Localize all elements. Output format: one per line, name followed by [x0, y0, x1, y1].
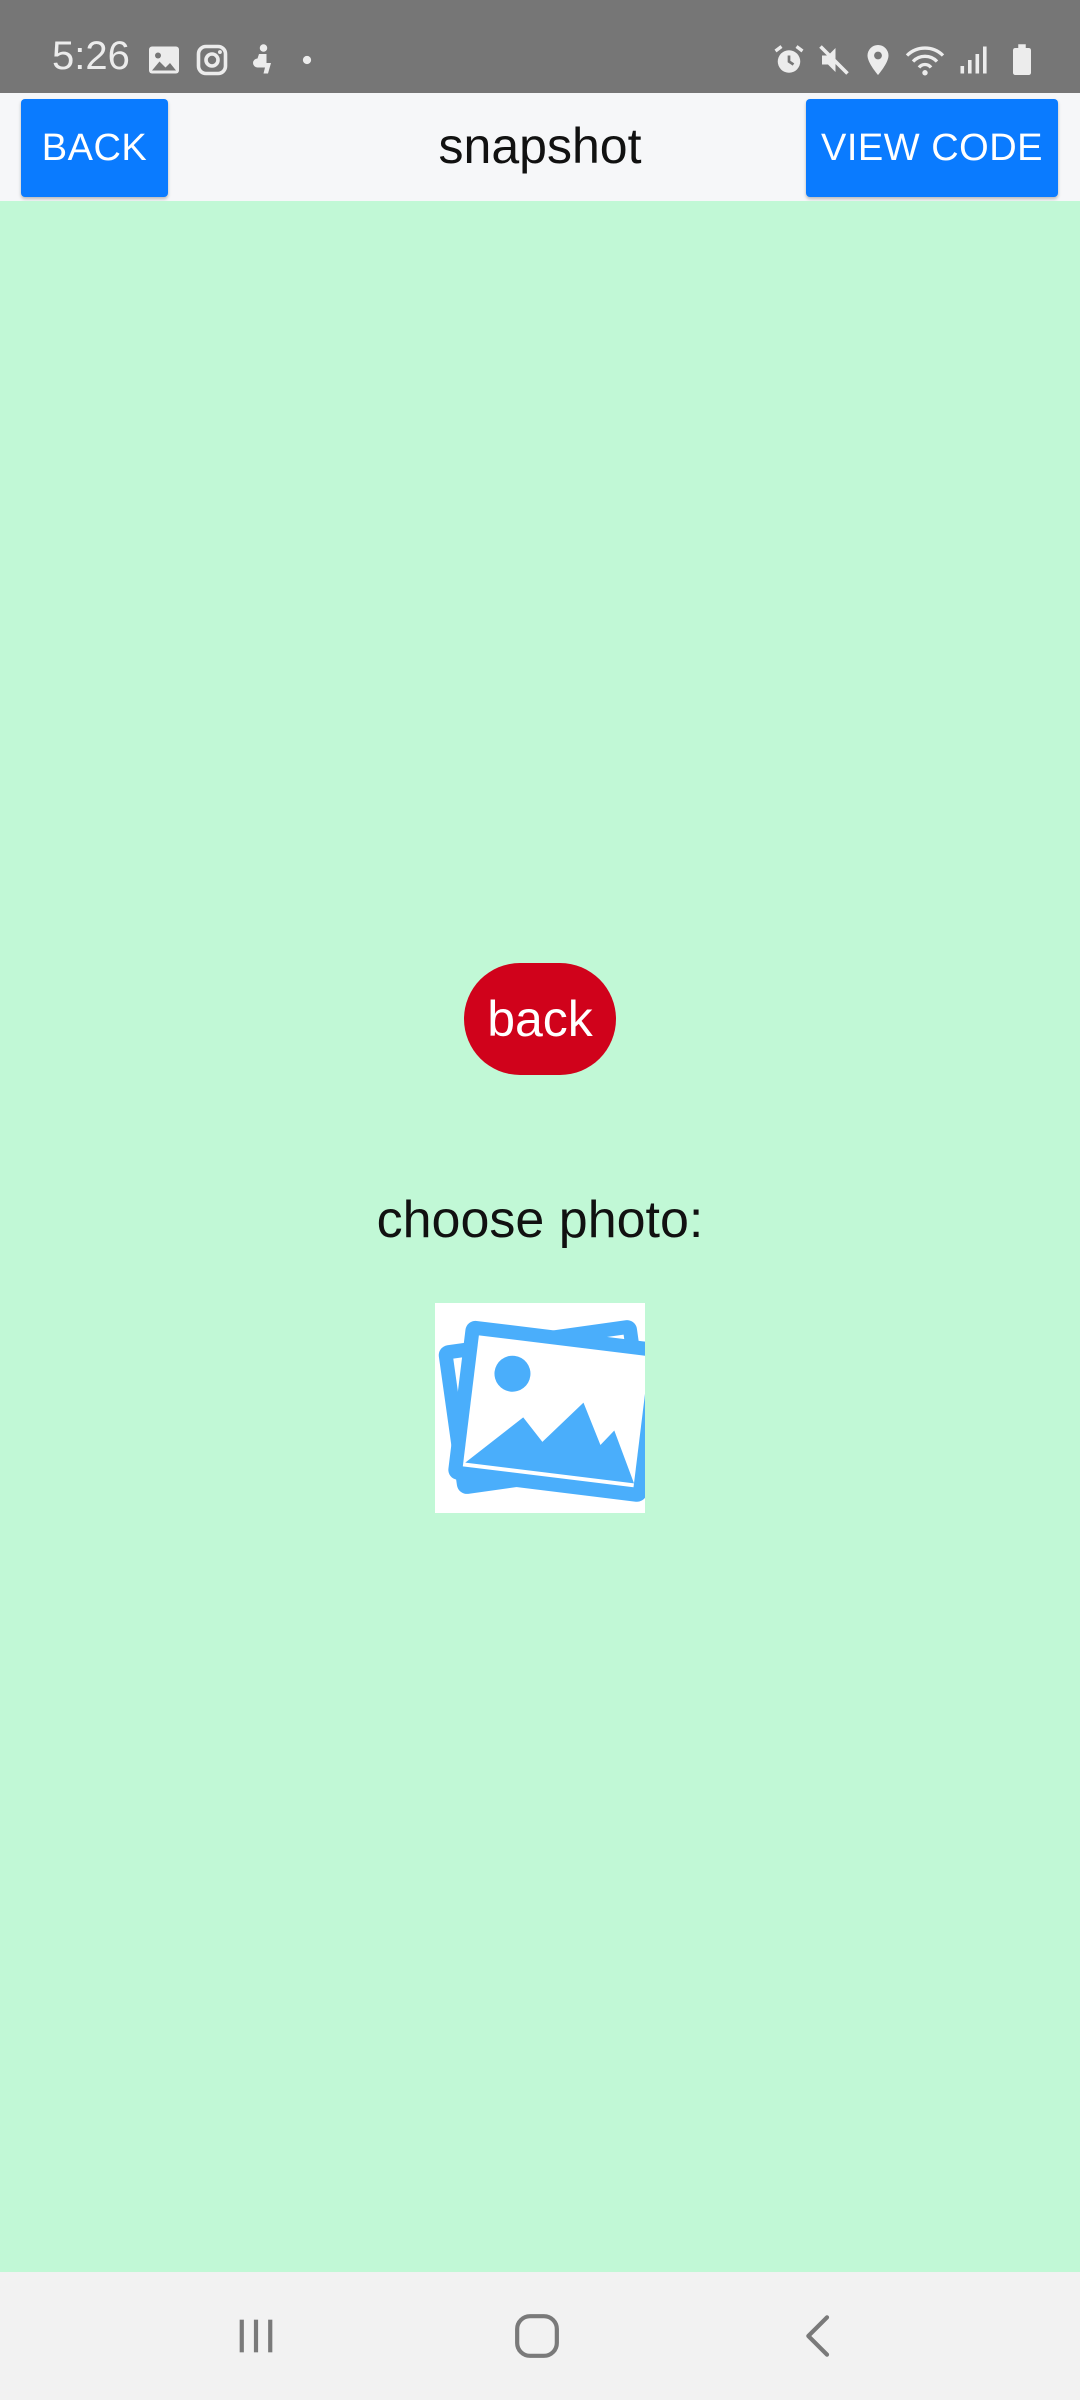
wifi-icon: [904, 42, 946, 78]
choose-photo-button[interactable]: [435, 1303, 645, 1513]
dot-icon: [296, 42, 318, 78]
instagram-icon: [194, 42, 230, 78]
location-icon: [860, 42, 896, 78]
back-button[interactable]: back: [464, 963, 616, 1075]
recents-icon[interactable]: [216, 2296, 296, 2376]
back-arrow-icon[interactable]: [780, 2296, 860, 2376]
alarm-icon: [771, 42, 807, 78]
navigation-bar: [0, 2272, 1080, 2400]
gallery-icon: [146, 42, 182, 78]
image-gallery-icon: [435, 1303, 645, 1513]
signal-icon: [956, 42, 992, 78]
accessibility-icon: [244, 42, 280, 78]
status-time: 5:26: [52, 34, 130, 78]
battery-icon: [1004, 42, 1040, 78]
status-bar: 5:26: [0, 0, 1080, 93]
view-code-button[interactable]: VIEW CODE: [806, 99, 1058, 197]
app-header: BACK snapshot VIEW CODE: [0, 93, 1080, 201]
choose-photo-label: choose photo:: [376, 1191, 704, 1249]
home-icon[interactable]: [497, 2296, 577, 2376]
header-back-button[interactable]: BACK: [21, 99, 168, 197]
main-content: back choose photo:: [0, 201, 1080, 2272]
mute-icon: [816, 42, 852, 78]
